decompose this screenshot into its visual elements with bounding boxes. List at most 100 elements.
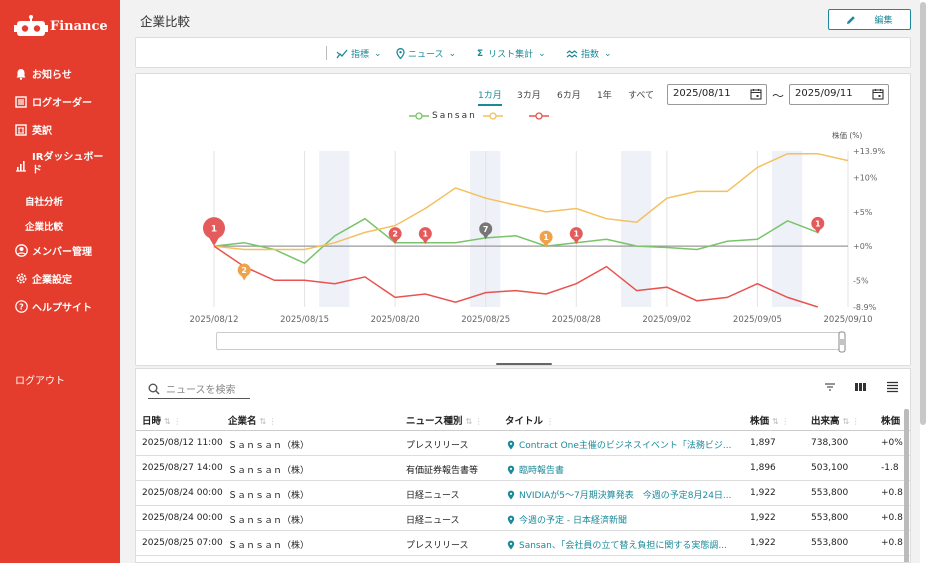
col-title[interactable]: タイトル ⋮ bbox=[505, 413, 554, 427]
bell-icon bbox=[14, 67, 28, 81]
x-tick-label: 2025/09/10 bbox=[824, 315, 873, 325]
table-row[interactable]: 2025/08/25 07:00 Ｓａｎｓａｎ（株） プレスリリース Sansan、「… bbox=[136, 531, 910, 556]
cell-date: 2025/08/12 11:00 bbox=[142, 438, 223, 448]
sidebar-item-notices[interactable]: お知らせ bbox=[14, 66, 72, 81]
col-news-type[interactable]: ニュース種別 ⇅ ⋮ bbox=[406, 413, 483, 427]
cell-title-link[interactable]: 今週の予定 - 日本経済新聞 bbox=[507, 513, 742, 526]
toolbar-divider bbox=[326, 46, 327, 60]
cell-title-link[interactable]: 臨時報告書 bbox=[507, 463, 742, 476]
sidebar-item-company-settings[interactable]: 企業設定 bbox=[14, 271, 72, 286]
news-marker-label: 1 bbox=[573, 230, 579, 239]
sidebar-item-label: メンバー管理 bbox=[32, 247, 92, 258]
table-row[interactable]: 2025/08/24 00:00 Ｓａｎｓａｎ（株） 日経ニュース NVIDIAが5～… bbox=[136, 481, 910, 506]
logo[interactable]: Finance bbox=[14, 14, 108, 38]
cell-news-type: 日経ニュース bbox=[406, 491, 460, 501]
y-tick-label: +10% bbox=[853, 174, 878, 183]
y-tick-label: +5% bbox=[853, 208, 873, 217]
pencil-icon bbox=[847, 15, 856, 24]
x-tick-label: 2025/08/20 bbox=[371, 315, 420, 325]
sidebar-item-label: 企業設定 bbox=[32, 275, 72, 286]
chevron-down-icon: ⌄ bbox=[374, 48, 382, 59]
sidebar-subitem-company-compare[interactable]: 企業比較 bbox=[25, 219, 63, 233]
y-tick-label: -5% bbox=[853, 276, 869, 285]
chart-toolbar: 指標 ⌄ ニュース ⌄ Σ リスト集計 ⌄ 指数 ⌄ bbox=[135, 37, 911, 68]
cell-price-change: +0.8 bbox=[881, 513, 903, 523]
sidebar-item-help[interactable]: ? ヘルプサイト bbox=[14, 299, 92, 314]
cell-price-change: -1.8 bbox=[881, 463, 899, 473]
price-chart[interactable]: +13.9% +10% +5% +0% -5% -8.9% 株価 (%) 2025/08/12… bbox=[136, 74, 912, 367]
sidebar-item-log-order[interactable]: ログオーダー bbox=[14, 94, 92, 109]
x-tick-label: 2025/09/05 bbox=[733, 315, 782, 325]
weekend-band bbox=[621, 151, 652, 307]
page-scrollbar[interactable] bbox=[920, 0, 950, 563]
wave-icon bbox=[566, 49, 578, 58]
cell-company: Ｓａｎｓａｎ（株） bbox=[228, 466, 310, 476]
col-date[interactable]: 日時 ⇅ ⋮ bbox=[142, 413, 181, 427]
cell-title-link[interactable]: Contract One主催のビジネスイベント「法務ビジ... bbox=[507, 438, 742, 451]
cell-title-link[interactable]: Sansan、「会社員の立て替え負担に関する実態調... bbox=[507, 538, 742, 551]
y-tick-label: +0% bbox=[853, 242, 873, 251]
logout-button[interactable]: ログアウト bbox=[15, 372, 65, 387]
sidebar-item-label: ヘルプサイト bbox=[32, 303, 92, 314]
cell-news-type: 有価証券報告書等 bbox=[406, 466, 479, 476]
table-row[interactable]: 2025/08/27 14:00 Ｓａｎｓａｎ（株） 有価証券報告書等 臨時報告書 1,… bbox=[136, 456, 910, 481]
news-marker-pin: 1 bbox=[203, 217, 225, 247]
x-tick-label: 2025/08/28 bbox=[552, 315, 601, 325]
news-marker-label: 2 bbox=[392, 230, 398, 239]
col-company[interactable]: 企業名 ⇅ ⋮ bbox=[228, 413, 277, 427]
table-scrollbar[interactable] bbox=[904, 409, 909, 562]
index-label: 指数 bbox=[581, 50, 600, 60]
cell-date: 2025/08/27 14:00 bbox=[142, 463, 223, 473]
cell-date: 2025/08/24 00:00 bbox=[142, 488, 223, 498]
col-volume[interactable]: 出来高 ⇅ ⋮ bbox=[811, 413, 860, 427]
pin-icon bbox=[396, 48, 405, 59]
robot-logo-icon bbox=[14, 15, 48, 36]
panel-resize-handle[interactable] bbox=[496, 363, 552, 365]
cell-price-change: +0% bbox=[881, 438, 903, 448]
columns-icon[interactable] bbox=[854, 381, 867, 393]
news-search-input[interactable]: ニュースを検索 bbox=[148, 379, 250, 399]
col-price-change[interactable]: 株価 bbox=[881, 413, 900, 427]
sidebar-item-ir-dashboard[interactable]: IRダッシュボード bbox=[14, 151, 103, 177]
cell-volume: 553,800 bbox=[811, 488, 849, 498]
list-aggregate-label: リスト集計 bbox=[488, 50, 534, 60]
chart-range-scroller[interactable] bbox=[216, 331, 847, 353]
sidebar: Finance お知らせ ログオーダー 英訳 IRダッシュボード 自社分析 企業… bbox=[0, 0, 120, 563]
edit-button[interactable]: 編集 bbox=[828, 9, 911, 30]
news-marker-pin: 2 bbox=[388, 227, 402, 245]
sidebar-item-members[interactable]: メンバー管理 bbox=[14, 243, 92, 258]
cell-title-link[interactable]: NVIDIAが5～7月期決算発表 今週の予定8月24日... bbox=[507, 488, 742, 501]
metric-dropdown[interactable]: 指標 ⌄ bbox=[336, 47, 382, 60]
sidebar-item-label: IRダッシュボード bbox=[32, 152, 104, 176]
pin-icon bbox=[507, 440, 515, 449]
cell-company: Ｓａｎｓａｎ（株） bbox=[228, 516, 310, 526]
cell-company: Ｓａｎｓａｎ（株） bbox=[228, 491, 310, 501]
pin-icon bbox=[507, 515, 515, 524]
chart-panel: 1カ月 3カ月 6カ月 1年 すべて 2025/08/11 〜 2025/09/… bbox=[135, 73, 911, 366]
range-handle-icon[interactable] bbox=[837, 331, 847, 353]
density-icon[interactable] bbox=[886, 381, 899, 393]
table-row[interactable]: 2025/08/24 00:00 Ｓａｎｓａｎ（株） 日経ニュース 今週の予定 - 日… bbox=[136, 506, 910, 531]
trend-icon bbox=[336, 49, 348, 58]
x-tick-label: 2025/09/02 bbox=[642, 315, 691, 325]
cell-price: 1,897 bbox=[750, 438, 776, 448]
sidebar-item-translate[interactable]: 英訳 bbox=[14, 122, 52, 137]
news-table-header: 日時 ⇅ ⋮ 企業名 ⇅ ⋮ ニュース種別 ⇅ ⋮ タイトル ⋮ 株価 ⇅ ⋮ 出来高 ⇅ … bbox=[136, 407, 910, 431]
main-content: 企業比較 編集 指標 ⌄ ニュース ⌄ Σ リスト集計 ⌄ 指数 ⌄ 1カ月 3… bbox=[120, 0, 918, 563]
table-row[interactable]: 2025/08/12 11:00 Ｓａｎｓａｎ（株） プレスリリース Contract… bbox=[136, 431, 910, 456]
chevron-down-icon: ⌄ bbox=[604, 48, 612, 59]
news-marker-label: 1 bbox=[423, 230, 429, 239]
sidebar-subitem-self-analysis[interactable]: 自社分析 bbox=[25, 194, 63, 208]
translate-icon bbox=[14, 123, 28, 137]
filter-icon[interactable] bbox=[824, 381, 836, 393]
col-price[interactable]: 株価 ⇅ ⋮ bbox=[750, 413, 789, 427]
news-marker-pin: 2 bbox=[237, 263, 251, 281]
page-scrollbar-thumb[interactable] bbox=[920, 2, 926, 425]
news-dropdown[interactable]: ニュース ⌄ bbox=[396, 47, 456, 60]
news-marker-label: 1 bbox=[815, 219, 821, 228]
chevron-down-icon: ⌄ bbox=[538, 48, 546, 59]
index-dropdown[interactable]: 指数 ⌄ bbox=[566, 47, 612, 60]
cell-price: 1,922 bbox=[750, 513, 776, 523]
x-tick-label: 2025/08/15 bbox=[280, 315, 329, 325]
list-aggregate-dropdown[interactable]: Σ リスト集計 ⌄ bbox=[477, 47, 546, 61]
